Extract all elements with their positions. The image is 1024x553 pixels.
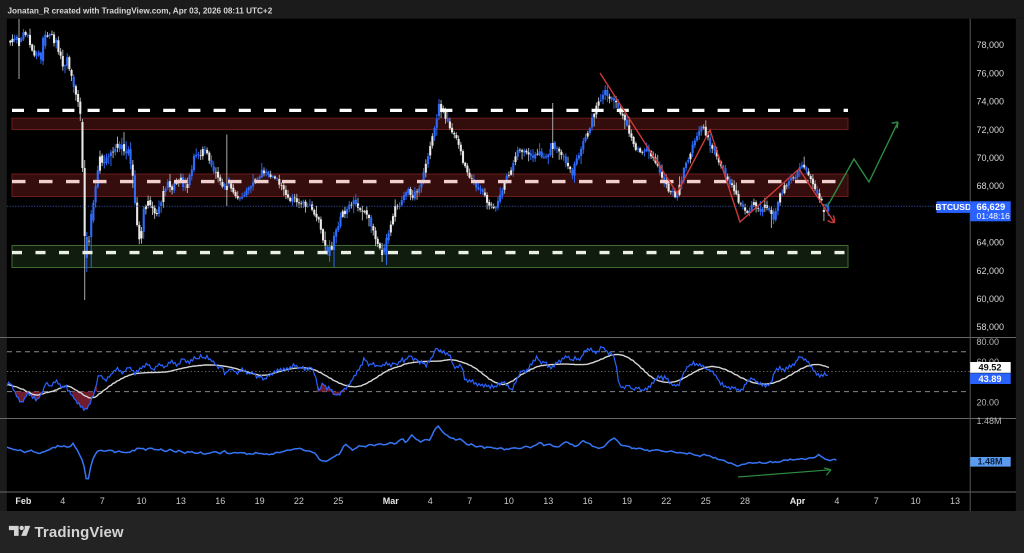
svg-text:16: 16 — [215, 496, 225, 506]
svg-text:19: 19 — [622, 496, 632, 506]
svg-text:68,000: 68,000 — [977, 181, 1005, 191]
svg-text:4: 4 — [60, 496, 65, 506]
svg-text:Jonatan_R created with Trading: Jonatan_R created with TradingView.com, … — [8, 7, 273, 16]
svg-text:28: 28 — [740, 496, 750, 506]
svg-text:BTCUSD: BTCUSD — [935, 202, 971, 212]
svg-text:Apr: Apr — [790, 496, 806, 506]
svg-text:80.00: 80.00 — [977, 337, 1000, 347]
svg-text:4: 4 — [428, 496, 433, 506]
svg-text:19: 19 — [255, 496, 265, 506]
svg-text:76,000: 76,000 — [977, 68, 1005, 78]
svg-text:74,000: 74,000 — [977, 97, 1005, 107]
svg-text:7: 7 — [467, 496, 472, 506]
svg-text:1.48M: 1.48M — [977, 416, 1002, 426]
svg-text:64,000: 64,000 — [977, 238, 1005, 248]
svg-text:7: 7 — [874, 496, 879, 506]
svg-text:7: 7 — [100, 496, 105, 506]
svg-text:62,000: 62,000 — [977, 266, 1005, 276]
svg-text:25: 25 — [701, 496, 711, 506]
svg-text:72,000: 72,000 — [977, 125, 1005, 135]
svg-text:22: 22 — [661, 496, 671, 506]
svg-text:10: 10 — [136, 496, 146, 506]
svg-text:Feb: Feb — [15, 496, 32, 506]
svg-text:13: 13 — [543, 496, 553, 506]
svg-text:25: 25 — [333, 496, 343, 506]
svg-text:10: 10 — [911, 496, 921, 506]
svg-text:4: 4 — [834, 496, 839, 506]
svg-text:49.52: 49.52 — [979, 363, 1002, 373]
svg-text:13: 13 — [950, 496, 960, 506]
svg-text:10: 10 — [504, 496, 514, 506]
svg-text:TradingView: TradingView — [35, 524, 124, 541]
svg-text:43.89: 43.89 — [979, 374, 1002, 384]
svg-text:70,000: 70,000 — [977, 153, 1005, 163]
svg-text:20.00: 20.00 — [977, 398, 1000, 408]
svg-text:13: 13 — [176, 496, 186, 506]
svg-text:60,000: 60,000 — [977, 294, 1005, 304]
svg-text:78,000: 78,000 — [977, 40, 1005, 50]
svg-text:16: 16 — [583, 496, 593, 506]
svg-text:Mar: Mar — [383, 496, 400, 506]
svg-text:01:48:16: 01:48:16 — [977, 211, 1011, 221]
svg-text:1.48M: 1.48M — [977, 457, 1002, 467]
svg-text:58,000: 58,000 — [977, 322, 1005, 332]
svg-text:22: 22 — [294, 496, 304, 506]
